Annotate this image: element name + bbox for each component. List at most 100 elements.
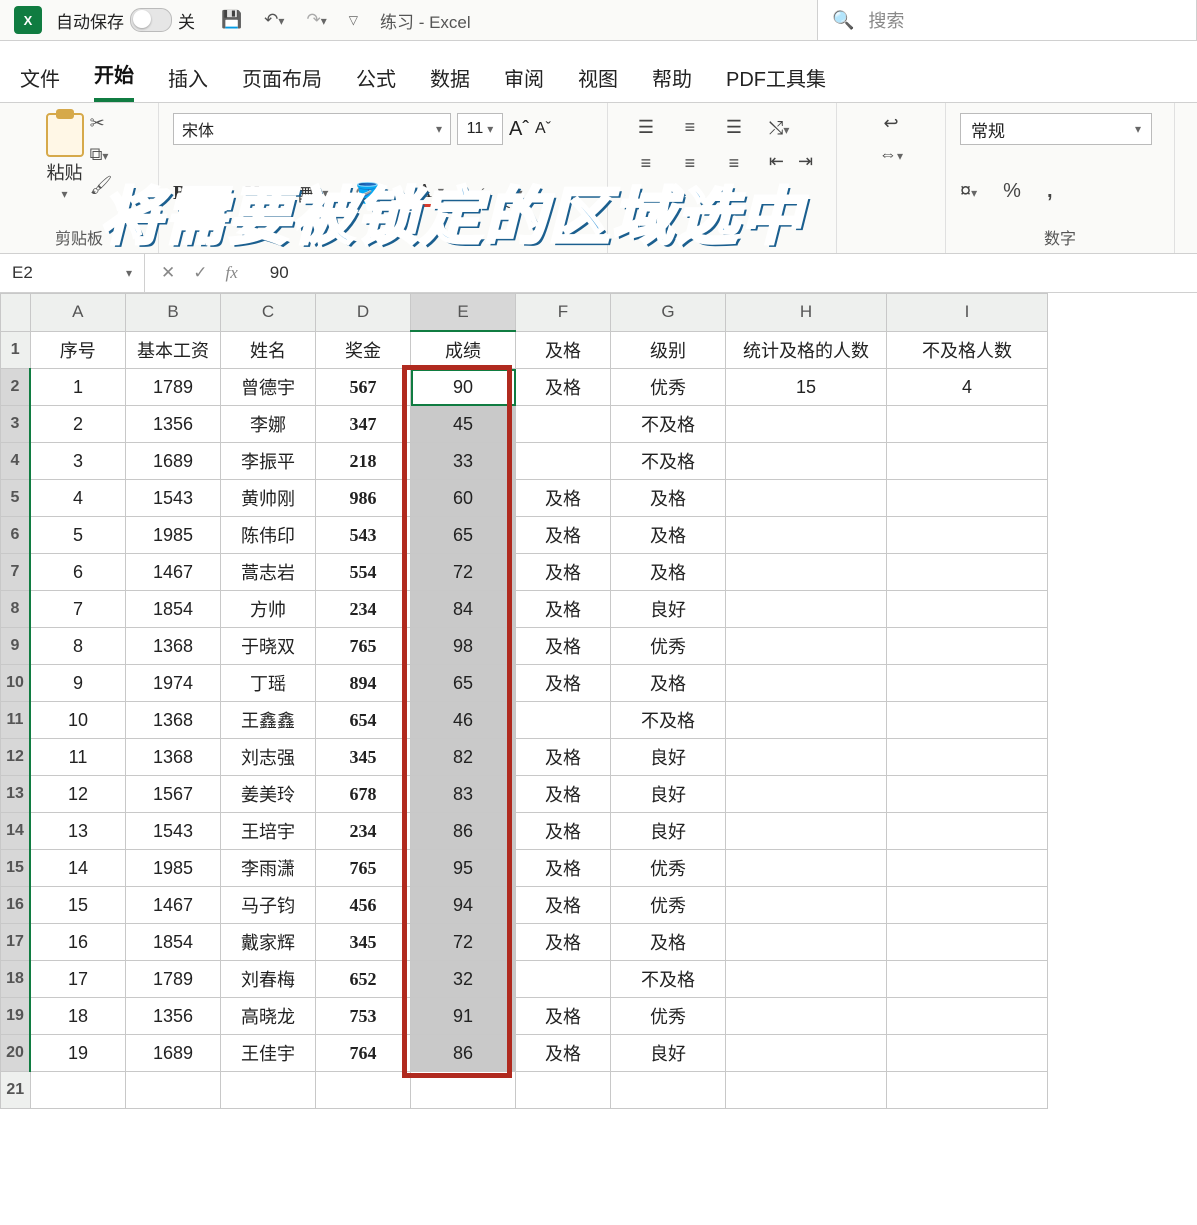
align-bottom-icon[interactable]: ☰: [726, 117, 742, 138]
col-header-D[interactable]: D: [316, 294, 411, 332]
align-top-icon[interactable]: ☰: [638, 117, 654, 138]
increase-font-icon[interactable]: Aˆ: [509, 118, 529, 141]
percent-icon[interactable]: %: [1003, 180, 1021, 203]
bold-button[interactable]: B: [173, 182, 186, 205]
col-header-B[interactable]: B: [126, 294, 221, 332]
redo-icon[interactable]: ↷▾: [306, 10, 326, 30]
row-header-19[interactable]: 19: [1, 998, 31, 1035]
cell-B11[interactable]: 1368: [126, 702, 221, 739]
cell-D17[interactable]: 345: [316, 924, 411, 961]
cell-B21[interactable]: [126, 1072, 221, 1109]
cell-F17[interactable]: 及格: [516, 924, 611, 961]
cell-B16[interactable]: 1467: [126, 887, 221, 924]
cell-H3[interactable]: [726, 406, 887, 443]
select-all-corner[interactable]: [1, 294, 31, 332]
cell-I6[interactable]: [887, 517, 1048, 554]
cell-D15[interactable]: 765: [316, 850, 411, 887]
confirm-formula-icon[interactable]: ✓: [193, 263, 207, 283]
wrap-text-icon[interactable]: ↩: [883, 113, 898, 134]
cell-A12[interactable]: 11: [30, 739, 126, 776]
row-header-11[interactable]: 11: [1, 702, 31, 739]
cell-B9[interactable]: 1368: [126, 628, 221, 665]
cell-G6[interactable]: 及格: [611, 517, 726, 554]
cell-I17[interactable]: [887, 924, 1048, 961]
cell-C14[interactable]: 王培宇: [221, 813, 316, 850]
cell-B17[interactable]: 1854: [126, 924, 221, 961]
cell-D11[interactable]: 654: [316, 702, 411, 739]
align-middle-icon[interactable]: ≡: [685, 117, 696, 138]
cell-D9[interactable]: 765: [316, 628, 411, 665]
align-center-icon[interactable]: ≡: [685, 153, 696, 174]
cell-E18[interactable]: 32: [411, 961, 516, 998]
cell-G8[interactable]: 良好: [611, 591, 726, 628]
row-header-6[interactable]: 6: [1, 517, 31, 554]
cell-G5[interactable]: 及格: [611, 480, 726, 517]
cell-H8[interactable]: [726, 591, 887, 628]
cell-F20[interactable]: 及格: [516, 1035, 611, 1072]
cell-B6[interactable]: 1985: [126, 517, 221, 554]
tab-review[interactable]: 审阅: [504, 63, 544, 102]
cell-E11[interactable]: 46: [411, 702, 516, 739]
row-header-12[interactable]: 12: [1, 739, 31, 776]
decrease-indent-icon[interactable]: ⇤: [769, 151, 784, 172]
cell-H12[interactable]: [726, 739, 887, 776]
cell-I12[interactable]: [887, 739, 1048, 776]
cell-A8[interactable]: 7: [30, 591, 126, 628]
col-header-I[interactable]: I: [887, 294, 1048, 332]
cell-D3[interactable]: 347: [316, 406, 411, 443]
cell-F16[interactable]: 及格: [516, 887, 611, 924]
cell-A21[interactable]: [30, 1072, 126, 1109]
cell-E7[interactable]: 72: [411, 554, 516, 591]
cell-B10[interactable]: 1974: [126, 665, 221, 702]
font-color-button[interactable]: A▾: [417, 180, 443, 207]
cell-B5[interactable]: 1543: [126, 480, 221, 517]
cell-E17[interactable]: 72: [411, 924, 516, 961]
cell-I11[interactable]: [887, 702, 1048, 739]
cell-F15[interactable]: 及格: [516, 850, 611, 887]
cell-E20[interactable]: 86: [411, 1035, 516, 1072]
cell-C17[interactable]: 戴家辉: [221, 924, 316, 961]
row-header-4[interactable]: 4: [1, 443, 31, 480]
format-painter-icon[interactable]: 🖌: [90, 175, 113, 196]
row-header-5[interactable]: 5: [1, 480, 31, 517]
cell-I14[interactable]: [887, 813, 1048, 850]
cell-H11[interactable]: [726, 702, 887, 739]
fill-color-button[interactable]: 🪣▾: [354, 181, 391, 206]
cell-I5[interactable]: [887, 480, 1048, 517]
cell-B12[interactable]: 1368: [126, 739, 221, 776]
cell-H1[interactable]: 统计及格的人数: [726, 331, 887, 369]
cell-B20[interactable]: 1689: [126, 1035, 221, 1072]
cell-A15[interactable]: 14: [30, 850, 126, 887]
cell-G2[interactable]: 优秀: [611, 369, 726, 406]
comma-style-icon[interactable]: ,: [1047, 180, 1053, 203]
col-header-F[interactable]: F: [516, 294, 611, 332]
cell-A16[interactable]: 15: [30, 887, 126, 924]
cell-G13[interactable]: 良好: [611, 776, 726, 813]
cell-A2[interactable]: 1: [30, 369, 126, 406]
cell-E8[interactable]: 84: [411, 591, 516, 628]
cell-E13[interactable]: 83: [411, 776, 516, 813]
name-box[interactable]: E2▾: [0, 254, 145, 292]
cell-D1[interactable]: 奖金: [316, 331, 411, 369]
cell-F18[interactable]: [516, 961, 611, 998]
search-box[interactable]: 🔍 搜索: [817, 0, 1197, 41]
cell-G11[interactable]: 不及格: [611, 702, 726, 739]
tab-help[interactable]: 帮助: [652, 63, 692, 102]
cell-I15[interactable]: [887, 850, 1048, 887]
cell-C5[interactable]: 黄帅刚: [221, 480, 316, 517]
cell-H16[interactable]: [726, 887, 887, 924]
cell-I10[interactable]: [887, 665, 1048, 702]
spreadsheet[interactable]: ABCDEFGHI1序号基本工资姓名奖金成绩及格级别统计及格的人数不及格人数21…: [0, 293, 1197, 1109]
cell-E3[interactable]: 45: [411, 406, 516, 443]
cell-G4[interactable]: 不及格: [611, 443, 726, 480]
cell-D13[interactable]: 678: [316, 776, 411, 813]
cell-A14[interactable]: 13: [30, 813, 126, 850]
cell-G17[interactable]: 及格: [611, 924, 726, 961]
qat-dropdown-icon[interactable]: ▽: [349, 13, 358, 27]
tab-insert[interactable]: 插入: [168, 63, 208, 102]
cell-B4[interactable]: 1689: [126, 443, 221, 480]
cell-D18[interactable]: 652: [316, 961, 411, 998]
border-button[interactable]: ▦▾: [298, 181, 329, 206]
cut-icon[interactable]: ✂: [90, 113, 113, 134]
formula-value[interactable]: 90: [254, 263, 289, 283]
